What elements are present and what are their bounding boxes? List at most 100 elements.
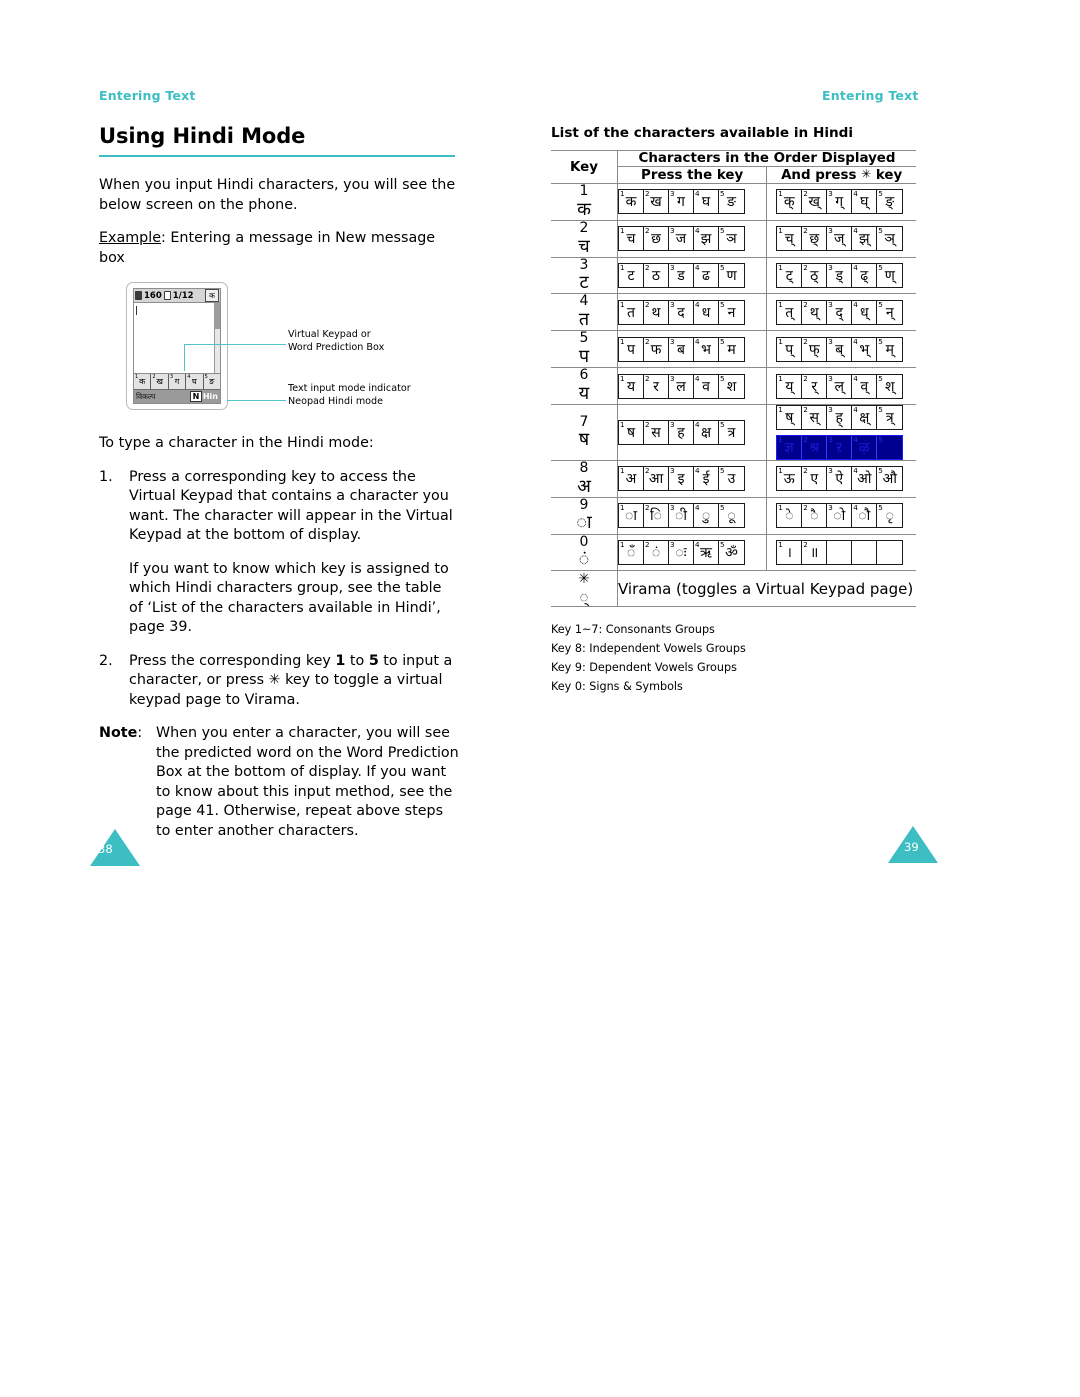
strip-cell[interactable]: 3ड [669,263,694,288]
soft-key-options[interactable]: विकल्प [136,392,155,402]
strip-cell[interactable]: 3 ह् [827,405,853,429]
strip-cell[interactable] [852,541,878,565]
keypad-strip[interactable]: 1 । 2 ॥ [776,540,904,566]
strip-cell[interactable]: 5म [719,337,744,361]
strip-cell[interactable]: 3ो [827,503,853,528]
strip-cell[interactable]: 3द [669,300,694,324]
strip-cell[interactable]: 3ऱ [827,435,853,459]
strip-cell[interactable]: 3 ज् [827,226,853,251]
strip-cell[interactable]: 3ल [669,374,694,398]
keypad-strip[interactable]: 1 य् 2 र् 3 ल् 4 व् 5 श् [776,373,904,399]
strip-cell[interactable]: 4झ [694,226,719,251]
keypad-strip[interactable]: 1ष 2स 3ह 4 क्ष 5 त्र [618,419,745,445]
strip-cell[interactable]: 5 त्र [719,420,744,444]
keypad-strip[interactable]: 1ा 2ि 3ी 4ु 5ू [618,503,745,529]
keypad-strip[interactable]: 1च 2छ 3ज 4झ 5ञ [618,226,745,252]
strip-cell[interactable]: 4ध [694,300,719,324]
strip-cell[interactable]: 2ि [644,503,669,528]
strip-cell[interactable]: 2ठ [644,263,669,288]
keypad-strip[interactable]: 1 ष् 2 स् 3 ह् 4 क्ष् 5 त्र् [776,404,904,430]
strip-cell[interactable]: 3 द् [827,300,853,324]
phone-scrollbar-thumb[interactable] [215,303,220,330]
keypad-strip[interactable]: 1 प् 2 फ् 3 ब् 4 भ् 5 म् [776,336,904,362]
strip-cell[interactable]: 1 त् [777,300,803,324]
strip-cell[interactable] [877,541,902,564]
strip-cell[interactable]: 4ु [694,503,719,528]
strip-cell[interactable]: 1ऊ [777,466,803,491]
strip-cell[interactable]: 2ै [802,503,828,528]
strip-cell[interactable]: 3 ल् [827,374,853,398]
strip-cell[interactable]: 3इ [669,466,694,491]
strip-cell[interactable]: 5 त्र् [877,405,902,429]
strip-cell[interactable]: 1 । [777,540,803,565]
strip-cell[interactable]: 1 ष् [777,405,803,429]
keypad-strip[interactable]: 1त 2थ 3द 4ध 5न [618,299,745,325]
strip-cell[interactable]: 4ढ [694,263,719,288]
strip-cell[interactable]: 1 ज्ञ [777,435,803,459]
keypad-strip[interactable]: 1े 2ै 3ो 4ौ 5ृ [776,503,904,529]
strip-cell[interactable]: 4ऴ [852,435,878,459]
strip-cell[interactable]: 1य [619,374,644,398]
strip-cell[interactable]: 2फ [644,337,669,361]
strip-cell[interactable]: 4 क्ष् [852,405,878,429]
keypad-strip[interactable]: 1क 2ख 3ग 4घ 5ङ [618,189,745,215]
strip-cell[interactable]: 1 क् [777,189,803,214]
strip-cell[interactable]: 3ज [669,226,694,251]
strip-cell[interactable]: 4ओ [852,466,878,491]
strip-cell[interactable]: 5 श् [877,374,902,398]
strip-cell[interactable]: 2 ठ् [802,263,828,288]
strip-cell[interactable]: 4भ [694,337,719,361]
keypad-strip[interactable]: 1 क् 2 ख् 3 ग् 4 घ् 5 ङ् [776,189,904,215]
strip-cell[interactable]: 5 ण् [877,263,902,287]
keypad-strip[interactable]: 1य 2र 3ल 4व 5श [618,373,745,399]
strip-cell[interactable]: 1ट [619,263,644,288]
strip-cell[interactable]: 5औ [877,466,902,490]
strip-cell[interactable]: 4 ढ् [852,263,878,288]
strip-cell[interactable]: 1त [619,300,644,324]
strip-cell[interactable]: 3 ब् [827,337,853,361]
keypad-strip[interactable]: 1 ट् 2 ठ् 3 ड् 4 ढ् 5 ण् [776,263,904,289]
strip-cell[interactable]: 4 घ् [852,189,878,214]
keypad-strip[interactable]: 1ऊ 2ए 3ऐ 4ओ 5औ [776,466,904,492]
strip-cell[interactable]: 5न [719,300,744,324]
strip-cell[interactable]: 2 श्र [802,435,828,459]
strip-cell[interactable]: 2 ख् [802,189,828,214]
strip-cell[interactable]: 3ः [669,540,694,565]
strip-cell[interactable]: 2थ [644,300,669,324]
strip-cell[interactable]: 5ङ [719,189,744,213]
keypad-cell[interactable]: 2ख [151,374,169,390]
strip-cell[interactable]: 4ौ [852,503,878,528]
strip-cell[interactable]: 5 म् [877,337,902,361]
strip-cell[interactable]: 1क [619,189,644,214]
strip-cell[interactable]: 5 ङ् [877,189,902,213]
strip-cell[interactable]: 2आ [644,466,669,491]
strip-cell[interactable]: 1 ट् [777,263,803,288]
keypad-strip-highlighted[interactable]: 1 ज्ञ 2 श्र 3ऱ 4ऴ 5 [776,434,904,460]
strip-cell[interactable]: 4 भ् [852,337,878,361]
strip-cell[interactable]: 1 य् [777,374,803,398]
strip-cell[interactable]: 2 फ् [802,337,828,361]
strip-cell[interactable]: 4घ [694,189,719,214]
strip-cell[interactable]: 1 प् [777,337,803,361]
strip-cell[interactable]: 3ग [669,189,694,214]
keypad-strip[interactable]: 1ट 2ठ 3ड 4ढ 5ण [618,263,745,289]
strip-cell[interactable]: 3ब [669,337,694,361]
strip-cell[interactable]: 4ई [694,466,719,491]
strip-cell[interactable]: 3ह [669,420,694,444]
keypad-strip[interactable]: 1ँ 2ं 3ः 4ऋ 5ॐ [618,540,745,566]
keypad-strip[interactable]: 1 च् 2 छ् 3 ज् 4 झ् 5 ञ् [776,226,904,252]
strip-cell[interactable]: 2स [644,420,669,444]
strip-cell[interactable]: 4व [694,374,719,398]
strip-cell[interactable]: 3 ग् [827,189,853,214]
strip-cell[interactable]: 2 छ् [802,226,828,251]
strip-cell[interactable]: 5 ञ् [877,226,902,250]
strip-cell[interactable]: 4 व् [852,374,878,398]
strip-cell[interactable]: 5ञ [719,226,744,250]
strip-cell[interactable] [827,541,853,565]
strip-cell[interactable]: 2 थ् [802,300,828,324]
strip-cell[interactable]: 5ू [719,503,744,527]
keypad-cell[interactable]: 1क [134,374,152,390]
strip-cell[interactable]: 2ख [644,189,669,214]
strip-cell[interactable]: 1ँ [619,540,644,565]
strip-cell[interactable]: 2 र् [802,374,828,398]
